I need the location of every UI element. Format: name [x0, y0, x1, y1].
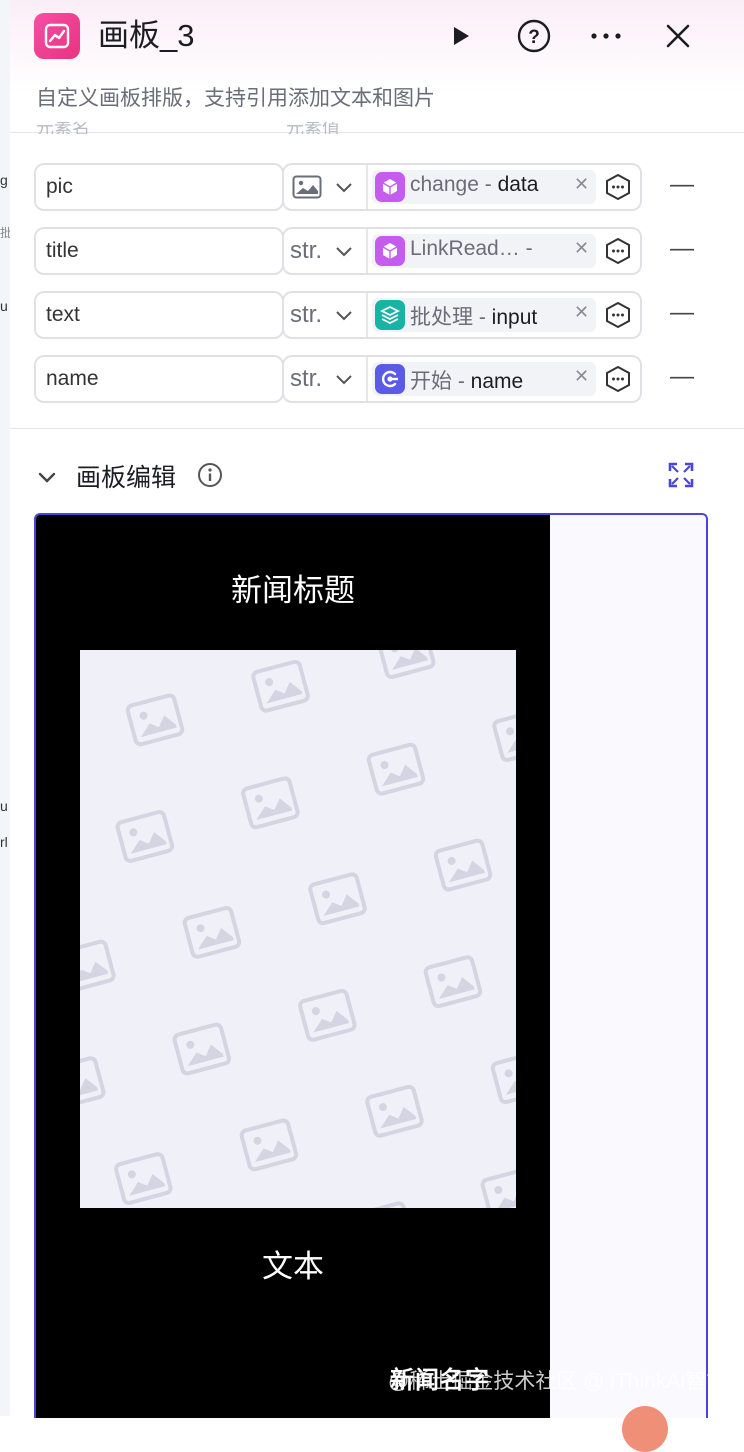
fullscreen-icon[interactable]: [668, 462, 694, 488]
play-icon: [454, 27, 469, 45]
value-column-hint: 元素值: [286, 122, 340, 134]
artboard[interactable]: 新闻标题 文本: [36, 515, 550, 1418]
remove-ref-button[interactable]: ✕: [574, 238, 589, 259]
layers-icon: [375, 300, 405, 330]
watermark: @稀土掘金技术社区 @ iThinkAi智能体: [388, 1370, 744, 1393]
remove-row-button[interactable]: —: [670, 171, 694, 199]
variable-icon[interactable]: [604, 301, 632, 329]
chevron-down-icon: [336, 247, 352, 257]
variable-icon[interactable]: [604, 173, 632, 201]
ref-field: input: [491, 306, 538, 329]
type-label: str.: [290, 365, 323, 392]
node-title[interactable]: 画板_3: [98, 14, 194, 58]
floating-avatar-button[interactable]: [622, 1406, 668, 1452]
chevron-down-icon: [336, 183, 352, 193]
canvas-node-icon: [34, 13, 80, 59]
reference-chip[interactable]: 开始 - name ✕: [372, 362, 596, 396]
element-name-input[interactable]: name: [34, 355, 284, 403]
chevron-down-icon: [336, 311, 352, 321]
reference-chip[interactable]: LinkRead… - ✕: [372, 234, 596, 268]
info-icon[interactable]: [197, 462, 223, 488]
remove-ref-button[interactable]: ✕: [574, 366, 589, 387]
reference-chip[interactable]: change - data ✕: [372, 170, 596, 204]
remove-row-button[interactable]: —: [670, 363, 694, 391]
close-button[interactable]: [658, 16, 698, 56]
run-button[interactable]: [440, 16, 480, 56]
remove-row-button[interactable]: —: [670, 299, 694, 327]
collapse-chevron-icon[interactable]: [36, 466, 58, 488]
type-label: str.: [290, 237, 323, 264]
ref-field: data: [497, 173, 539, 196]
type-select[interactable]: [284, 165, 368, 209]
variable-icon[interactable]: [604, 365, 632, 393]
board-body-text[interactable]: 文本: [36, 1241, 550, 1286]
svg-text:?: ?: [528, 27, 540, 48]
more-button[interactable]: [586, 16, 626, 56]
board-title-text[interactable]: 新闻标题: [36, 565, 550, 610]
cube-icon: [375, 236, 405, 266]
type-label: str.: [290, 301, 323, 328]
canvas-editor[interactable]: 新闻标题 文本: [34, 513, 708, 1418]
ref-source: 开始: [410, 370, 452, 393]
help-button[interactable]: ?: [514, 16, 554, 56]
element-name-input[interactable]: title: [34, 227, 284, 275]
close-icon: [666, 24, 690, 48]
variable-icon[interactable]: [604, 237, 632, 265]
section-title: 画板编辑: [76, 464, 177, 492]
help-icon: ?: [517, 19, 551, 53]
element-name-input[interactable]: pic: [34, 163, 284, 211]
more-icon: [591, 33, 621, 39]
element-value-box: str. LinkRead… - ✕: [282, 227, 642, 275]
remove-ref-button[interactable]: ✕: [574, 302, 589, 323]
ref-source: change: [410, 173, 479, 196]
chevron-down-icon: [336, 375, 352, 385]
type-select[interactable]: str.: [284, 357, 368, 401]
panel-header: 画板_3 ? 自定义画板排版，支持引用添加文本和图片 元素名 元素值: [10, 0, 744, 134]
ref-source: LinkRead…: [410, 237, 520, 260]
element-value-box: str. 开始 - name ✕: [282, 355, 642, 403]
type-select[interactable]: str.: [284, 293, 368, 337]
element-value-box: str. 批处理 - input ✕: [282, 291, 642, 339]
element-name-input[interactable]: text: [34, 291, 284, 339]
node-config-panel: 画板_3 ? 自定义画板排版，支持引用添加文本和图片 元素名 元素值 pic c…: [10, 0, 744, 1418]
type-select[interactable]: str.: [284, 229, 368, 273]
element-value-box: change - data ✕: [282, 163, 642, 211]
section-divider: [10, 428, 744, 429]
ref-field: name: [470, 370, 524, 393]
name-column-hint: 元素名: [36, 122, 90, 134]
start-icon: [375, 364, 405, 394]
ref-source: 批处理: [410, 306, 473, 329]
remove-ref-button[interactable]: ✕: [574, 174, 589, 195]
cube-icon: [375, 172, 405, 202]
image-placeholder[interactable]: [80, 650, 516, 1208]
image-type-icon: [292, 175, 322, 199]
image-placeholder-pattern: [80, 650, 516, 1208]
remove-row-button[interactable]: —: [670, 235, 694, 263]
reference-chip[interactable]: 批处理 - input ✕: [372, 298, 596, 332]
node-description: 自定义画板排版，支持引用添加文本和图片: [36, 87, 435, 110]
